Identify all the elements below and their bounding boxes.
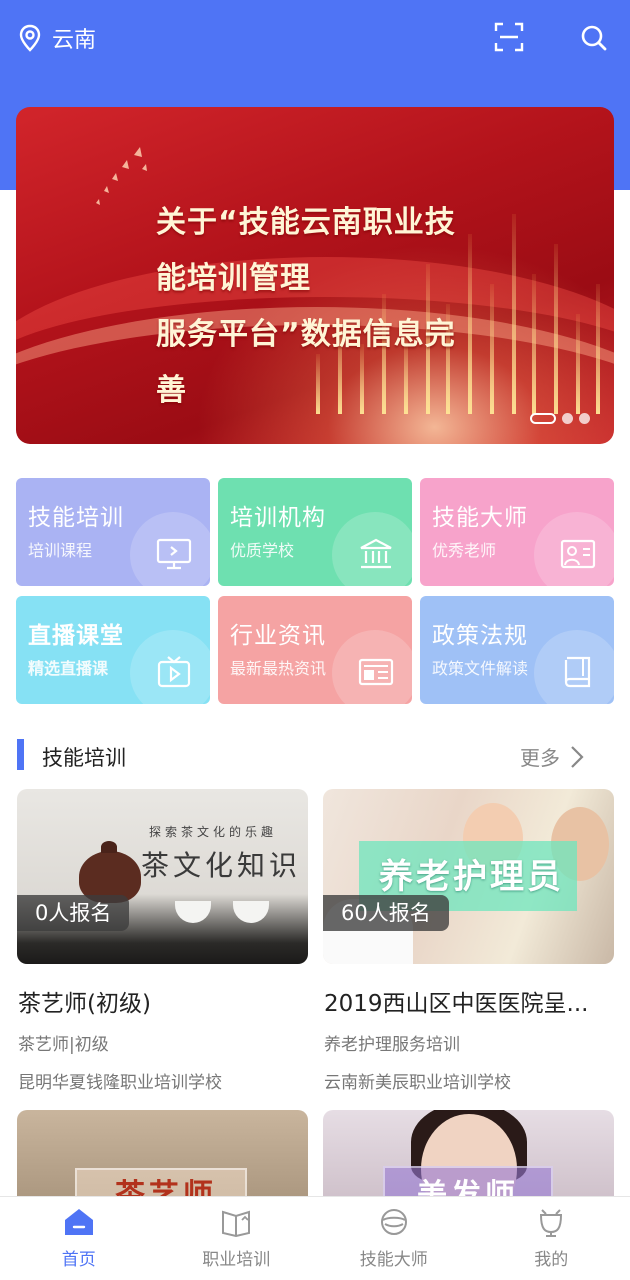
carousel-dot[interactable] — [562, 413, 573, 424]
category-subtitle: 优秀老师 — [432, 541, 497, 560]
course-name: 2019西山区中医医院呈... — [324, 991, 589, 1017]
category-industry-news[interactable]: 行业资讯 最新最热资讯 — [218, 596, 412, 704]
course-name: 茶艺师(初级) — [18, 991, 151, 1017]
search-button[interactable] — [580, 24, 608, 56]
category-title: 培训机构 — [230, 505, 326, 531]
nav-item-home[interactable]: 首页 — [0, 1197, 158, 1280]
institution-icon — [360, 538, 392, 569]
thumbnail-title: 茶艺师 — [115, 1178, 217, 1196]
course-thumbnail: 探索茶文化的乐趣 茶文化知识 0人报名 — [17, 789, 308, 964]
chevron-right-icon — [571, 745, 584, 768]
app-screen: 云南 关于“技能云南职业技能培训管理 服务平台”数据信息完善 技能培训 培训课程… — [0, 0, 630, 1280]
section-title: 技能培训 — [42, 746, 126, 770]
nav-label: 职业培训 — [202, 1250, 271, 1270]
live-tv-icon — [157, 656, 191, 688]
carousel-dot[interactable] — [579, 413, 590, 424]
category-training-institution[interactable]: 培训机构 优质学校 — [218, 478, 412, 586]
scan-button[interactable] — [494, 22, 524, 56]
home-icon — [64, 1209, 93, 1235]
top-bar: 云南 — [0, 0, 630, 78]
category-title: 直播课堂 — [28, 623, 124, 649]
course-category: 养老护理服务培训 — [324, 1035, 460, 1055]
carousel-dot-active[interactable] — [530, 413, 556, 424]
nav-item-profile[interactable]: 我的 — [473, 1197, 630, 1280]
banner-title: 关于“技能云南职业技能培训管理 服务平台”数据信息完善 — [156, 195, 476, 419]
nav-item-vocational-training[interactable]: 职业培训 — [158, 1197, 316, 1280]
more-link[interactable]: 更多 — [520, 742, 584, 771]
location-selector[interactable]: 云南 — [18, 22, 96, 54]
course-card[interactable]: 探索茶文化的乐趣 茶文化知识 0人报名 茶艺师(初级) 茶艺师|初级 昆明华夏钱… — [17, 789, 308, 1099]
thumbnail-title: 美发师 — [417, 1178, 519, 1196]
location-pin-icon — [19, 24, 41, 52]
bottom-nav: 首页 职业培训 技能大师 我的 — [0, 1196, 630, 1280]
category-skill-training[interactable]: 技能培训 培训课程 — [16, 478, 210, 586]
carousel-indicator — [530, 413, 590, 424]
category-subtitle: 培训课程 — [28, 541, 93, 560]
course-thumbnail: 养老护理员 60人报名 — [323, 789, 614, 964]
section-accent-bar — [17, 739, 24, 770]
search-icon — [581, 25, 607, 51]
banner-title-line: 关于“技能云南职业技能培训管理 — [156, 205, 456, 296]
category-skill-master[interactable]: 技能大师 优秀老师 — [420, 478, 614, 586]
scan-icon — [494, 22, 524, 52]
thumbnail-title: 茶文化知识 — [141, 849, 302, 882]
category-policy-law[interactable]: 政策法规 政策文件解读 — [420, 596, 614, 704]
course-card[interactable]: 美发师 — [323, 1110, 614, 1196]
category-title: 技能培训 — [28, 505, 124, 531]
enrollment-badge: 60人报名 — [323, 895, 449, 931]
policy-book-icon — [564, 656, 591, 688]
category-title: 政策法规 — [432, 623, 528, 649]
category-subtitle: 优质学校 — [230, 541, 295, 560]
course-category: 茶艺师|初级 — [18, 1035, 109, 1055]
news-icon — [358, 658, 394, 686]
nav-label: 我的 — [534, 1250, 569, 1270]
promo-banner[interactable]: 关于“技能云南职业技能培训管理 服务平台”数据信息完善 — [16, 107, 614, 444]
monitor-icon — [156, 538, 192, 570]
banner-title-line: 服务平台”数据信息完善 — [156, 317, 456, 408]
birds-decoration — [96, 147, 147, 205]
course-card[interactable]: 养老护理员 60人报名 2019西山区中医医院呈... 养老护理服务培训 云南新… — [323, 789, 614, 1099]
more-label: 更多 — [520, 746, 560, 770]
teacup-illustration — [233, 901, 269, 923]
category-subtitle: 最新最热资讯 — [230, 659, 327, 678]
category-title: 行业资讯 — [230, 623, 326, 649]
category-live-classroom[interactable]: 直播课堂 精选直播课 — [16, 596, 210, 704]
course-school: 云南新美辰职业培训学校 — [324, 1073, 511, 1093]
thumbnail-title: 养老护理员 — [379, 857, 564, 897]
course-thumbnail: 美发师 — [323, 1110, 614, 1196]
nav-label: 首页 — [61, 1250, 96, 1270]
location-label: 云南 — [52, 28, 97, 53]
thumbnail-caption: 探索茶文化的乐趣 — [149, 825, 278, 839]
nav-label: 技能大师 — [359, 1250, 428, 1270]
nav-item-skill-master[interactable]: 技能大师 — [315, 1197, 473, 1280]
category-subtitle: 精选直播课 — [28, 659, 109, 678]
teacup-illustration — [175, 901, 211, 923]
enrollment-badge: 0人报名 — [17, 895, 130, 931]
book-icon — [222, 1210, 251, 1237]
course-thumbnail: 茶艺师 — [17, 1110, 308, 1196]
master-icon — [380, 1209, 407, 1235]
course-school: 昆明华夏钱隆职业培训学校 — [18, 1073, 222, 1093]
profile-icon — [540, 1209, 563, 1237]
teacher-icon — [560, 539, 596, 569]
category-title: 技能大师 — [432, 505, 528, 531]
category-subtitle: 政策文件解读 — [432, 659, 529, 678]
course-card[interactable]: 茶艺师 — [17, 1110, 308, 1196]
